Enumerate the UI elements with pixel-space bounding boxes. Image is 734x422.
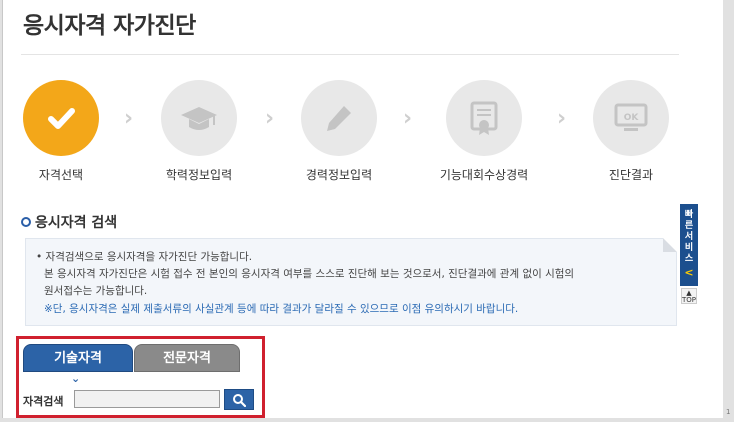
step-5-circle: OK: [593, 80, 669, 156]
page-title: 응시자격 자가진단: [23, 13, 196, 39]
edge-mark: 1: [726, 408, 731, 416]
search-icon: [233, 393, 246, 407]
step-5-label: 진단결과: [608, 168, 654, 182]
chevron-left-icon: <: [684, 266, 694, 279]
step-4-circle: [446, 80, 522, 156]
step-3-circle: [301, 80, 377, 156]
content-frame: 응시자격 자가진단 자격선택 › 학력정보입력 › 경력정보입력 › 기능대회수…: [2, 0, 723, 418]
chevron-down-icon: ⌄: [71, 372, 81, 385]
page-fold-icon: [663, 238, 677, 252]
ok-monitor-icon: OK: [614, 103, 648, 131]
top-button[interactable]: ▲ TOP: [681, 288, 697, 304]
step-arrow-3: ›: [403, 106, 413, 131]
top-button-label: TOP: [682, 296, 697, 304]
bullet-icon: [21, 217, 31, 227]
certificate-icon: [470, 101, 498, 135]
section-title-text: 응시자격 검색: [35, 215, 118, 231]
notice-line-1: • 자격검색으로 응시자격을 자가진단 가능합니다.: [36, 251, 253, 263]
step-arrow-4: ›: [557, 106, 567, 131]
tab-professional-qualification[interactable]: 전문자격: [134, 344, 240, 372]
step-1-label: 자격선택: [38, 168, 84, 182]
notice-line-4: ※단, 응시자격은 실제 제출서류의 사실관계 등에 따라 결과가 달라질 수 …: [44, 303, 519, 315]
section-title: 응시자격 검색: [21, 212, 117, 232]
notice-line-3: 원서접수는 가능합니다.: [44, 285, 148, 297]
graduation-cap-icon: [181, 107, 217, 130]
search-label: 자격검색: [23, 395, 64, 408]
notice-line-2: 본 응시자격 자가진단은 시험 접수 전 본인의 응시자격 여부를 스스로 진단…: [44, 268, 575, 280]
quick-service-menu[interactable]: 빠른서비스 <: [680, 204, 698, 286]
step-arrow-1: ›: [124, 106, 134, 131]
search-button[interactable]: [224, 389, 254, 410]
quick-service-label: 빠른서비스: [684, 210, 694, 264]
step-4-label: 기능대회수상경력: [439, 168, 529, 182]
title-divider: [21, 54, 679, 55]
pencil-icon: [327, 106, 351, 131]
step-3-label: 경력정보입력: [305, 168, 373, 182]
notice-box: • 자격검색으로 응시자격을 자가진단 가능합니다. 본 응시자격 자가진단은 …: [25, 238, 677, 326]
tab-technical-qualification[interactable]: 기술자격: [23, 344, 133, 372]
step-2-label: 학력정보입력: [165, 168, 233, 182]
qualification-search-input[interactable]: [74, 390, 220, 408]
svg-text:OK: OK: [624, 113, 640, 123]
check-icon: [48, 108, 75, 129]
step-2-circle: [161, 80, 237, 156]
step-1-circle: [23, 80, 99, 156]
step-arrow-2: ›: [265, 106, 275, 131]
